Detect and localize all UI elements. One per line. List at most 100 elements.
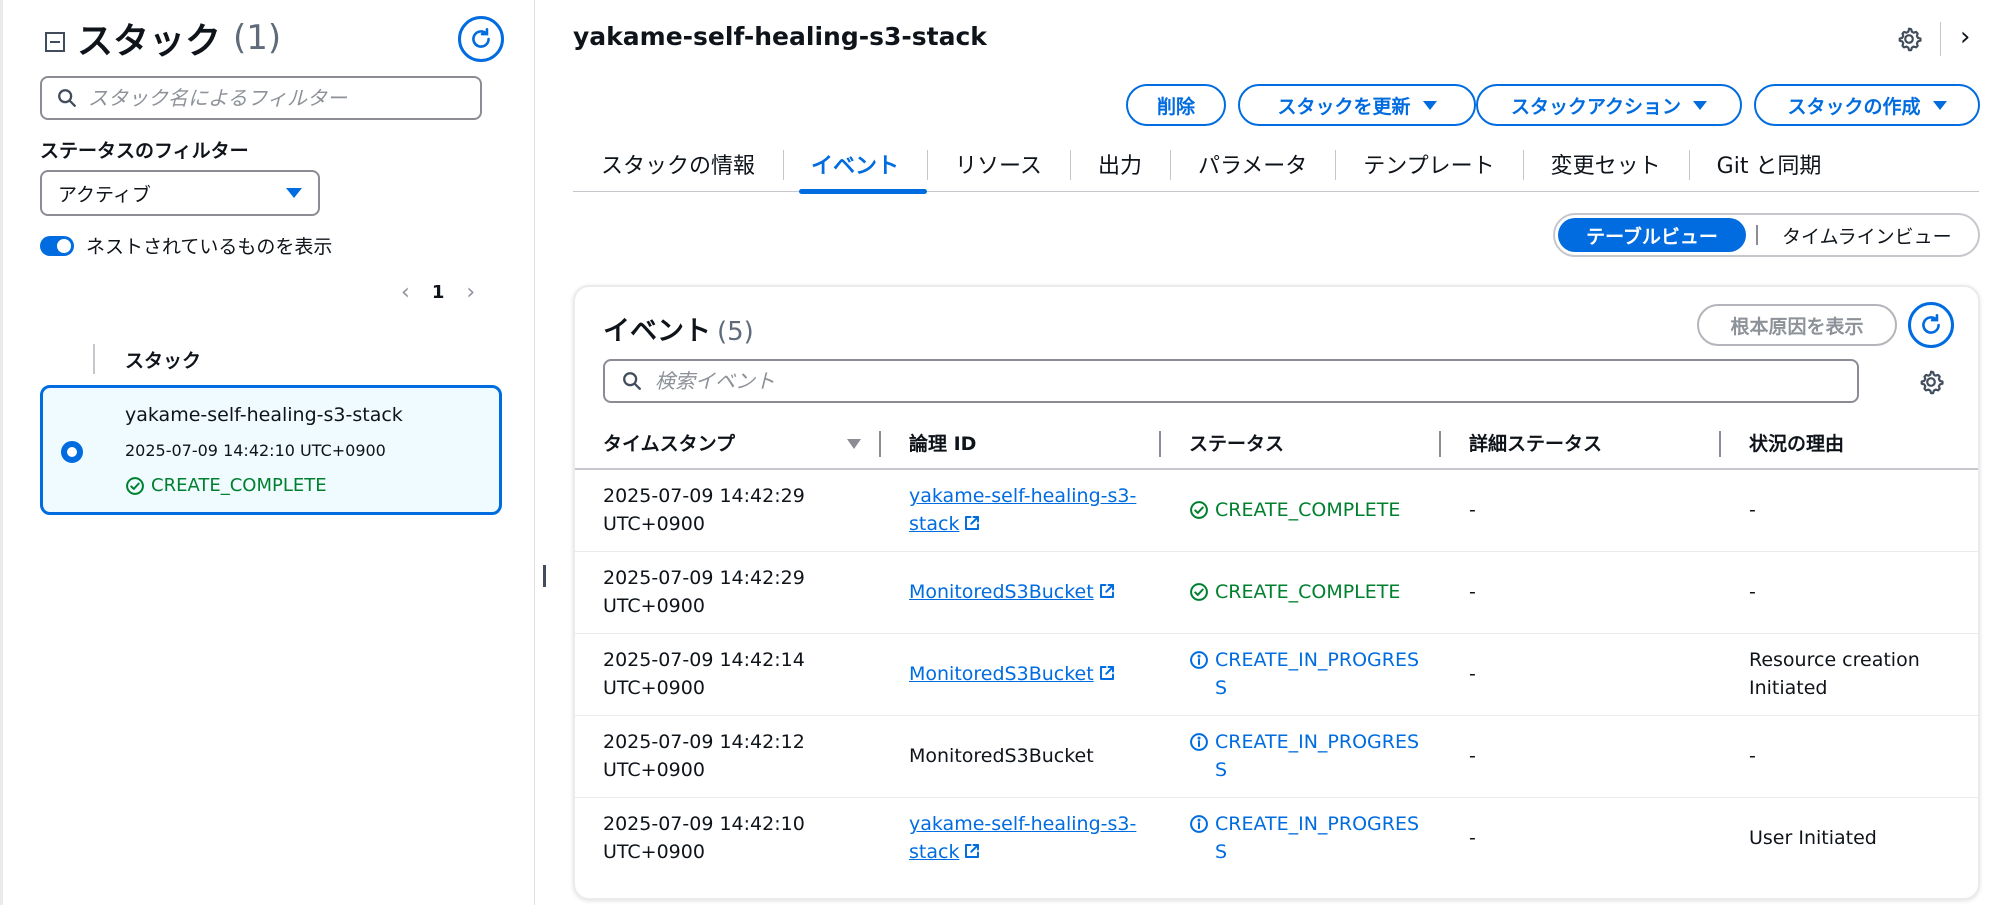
collapse-icon[interactable] [45,32,65,52]
logical-id-link[interactable]: yakame-self-healing-s3-stack [909,485,1136,535]
column-header-label: ステータス [1189,433,1285,455]
logical-id-text: MonitoredS3Bucket [909,745,1094,767]
cell-detailed-status: - [1441,469,1721,552]
column-header-timestamp[interactable]: タイムスタンプ [575,417,881,470]
stacks-panel-title: スタック [77,21,222,62]
cell-timestamp: 2025-07-09 14:42:29 UTC+0900 [575,551,881,634]
delete-stack-button[interactable]: 削除 [1126,84,1226,126]
sort-desc-icon[interactable] [847,439,861,449]
column-header-label: タイムスタンプ [603,433,736,455]
caret-down-icon [1693,100,1708,110]
cell-timestamp: 2025-07-09 14:42:29 UTC+0900 [575,469,881,552]
tab-git-sync[interactable]: Git と同期 [1688,136,1850,192]
tab-outputs[interactable]: 出力 [1069,136,1170,192]
cell-status-reason: - [1721,715,1978,798]
stacks-panel: スタック (1) ステータスのフィルター アクティブ ネストされているものを表示… [0,0,535,905]
cell-logical-id: MonitoredS3Bucket [881,715,1161,798]
stack-actions-button[interactable]: スタックアクション [1476,84,1742,126]
stack-status: CREATE_COMPLETE [125,475,327,496]
actions-label: スタックアクション [1510,95,1682,118]
cell-status-reason: - [1721,551,1978,634]
nested-stacks-toggle[interactable] [40,235,74,256]
status-filter-value: アクティブ [58,183,151,206]
stacks-panel-header: スタック (1) [45,12,281,64]
logical-id-link[interactable]: MonitoredS3Bucket [909,581,1094,603]
refresh-icon [472,27,490,48]
column-header-label: 状況の理由 [1749,433,1845,455]
header-divider [1940,22,1941,56]
cell-detailed-status: - [1469,827,1476,850]
page-number[interactable]: 1 [432,282,445,303]
stacks-pagination: ‹ 1 › [401,280,475,305]
table-row: 2025-07-09 14:42:12 UTC+0900 MonitoredS3B… [575,715,1978,798]
check-circle-icon [1190,583,1208,601]
create-stack-button[interactable]: スタックの作成 [1754,84,1980,126]
check-circle-icon [1190,501,1208,520]
chevron-right-icon[interactable]: › [1960,22,1970,52]
status-filter-select[interactable]: アクティブ [40,170,320,216]
cell-status-reason: User Initiated [1749,827,1877,850]
cell-logical-id: MonitoredS3Bucket [881,551,1161,634]
tab-change-sets[interactable]: 変更セット [1522,136,1689,192]
root-cause-button[interactable]: 根本原因を表示 [1697,304,1897,346]
chevron-left-icon[interactable]: ‹ [401,280,410,305]
logical-id-link[interactable]: MonitoredS3Bucket [909,663,1094,685]
status-text: CREATE_COMPLETE [1215,581,1401,603]
table-view-button[interactable]: テーブルビュー [1558,218,1746,252]
stack-column-header: スタック [93,344,201,374]
stack-list-item[interactable]: yakame-self-healing-s3-stack 2025-07-09 … [40,385,502,515]
status-text: CREATE_IN_PROGRESS [1215,649,1420,699]
cell-status: CREATE_COMPLETE [1161,551,1441,634]
stack-filter-input[interactable] [88,86,448,110]
refresh-events-button[interactable] [1908,302,1954,348]
cell-detailed-status: - [1441,551,1721,634]
update-label: スタックを更新 [1277,95,1411,118]
column-header-label: 論理 ID [909,433,977,455]
view-switch: テーブルビュー タイムラインビュー [1553,213,1980,257]
column-header-logical-id[interactable]: 論理 ID [881,417,1161,470]
events-count: (5) [717,317,754,347]
gear-icon[interactable] [1918,369,1944,395]
status-text: CREATE_COMPLETE [1215,499,1401,522]
chevron-right-icon[interactable]: › [466,280,475,305]
cell-status: CREATE_IN_PROGRESS [1161,715,1441,798]
stack-name: yakame-self-healing-s3-stack [125,404,403,426]
status-text: CREATE_IN_PROGRESS [1215,731,1420,781]
column-header-detailed-status[interactable]: 詳細ステータス [1441,417,1721,470]
table-row: 2025-07-09 14:42:29 UTC+0900 MonitoredS3B… [575,551,1978,634]
external-link-icon [1099,666,1114,680]
tab-stack-info[interactable]: スタックの情報 [573,136,783,192]
update-stack-button[interactable]: スタックを更新 [1238,84,1476,126]
cell-detailed-status: - [1441,715,1721,798]
stacks-count: (1) [233,18,282,58]
stack-radio[interactable] [61,441,83,463]
stack-tabs: スタックの情報 イベント リソース 出力 パラメータ テンプレート 変更セット … [573,136,1979,194]
status-filter-label: ステータスのフィルター [40,140,249,162]
logical-id-link[interactable]: yakame-self-healing-s3-stack [909,813,1136,863]
events-search-wrapper[interactable] [603,359,1859,403]
tab-template[interactable]: テンプレート [1335,136,1522,192]
column-header-status[interactable]: ステータス [1161,417,1441,470]
check-circle-icon [126,476,144,495]
cell-logical-id: MonitoredS3Bucket [881,633,1161,716]
info-circle-icon [1190,651,1208,669]
external-link-icon [965,516,980,531]
stack-filter-input-wrapper[interactable] [40,76,482,120]
events-search-input[interactable] [655,369,1755,393]
cell-timestamp: 2025-07-09 14:42:10 UTC+0900 [603,813,805,864]
tab-events[interactable]: イベント [783,136,928,194]
refresh-stacks-button[interactable] [458,16,504,62]
events-title: イベント [603,316,711,347]
column-header-status-reason[interactable]: 状況の理由 [1721,417,1978,470]
tab-resources[interactable]: リソース [927,136,1070,192]
timeline-view-button[interactable]: タイムラインビュー [1782,222,1952,249]
tab-parameters[interactable]: パラメータ [1169,136,1335,192]
cell-logical-id: yakame-self-healing-s3-stack [881,469,1161,552]
cell-detailed-status: - [1441,633,1721,716]
gear-icon[interactable] [1896,26,1922,52]
cell-status: CREATE_IN_PROGRESS [1161,797,1441,879]
delete-label: 削除 [1156,95,1195,118]
events-container: イベント(5) 根本原因を表示 タイムスタンプ 論理 ID ステータス 詳細ステ… [573,285,1980,900]
external-link-icon [1099,584,1114,598]
panel-splitter-handle[interactable] [543,565,546,587]
